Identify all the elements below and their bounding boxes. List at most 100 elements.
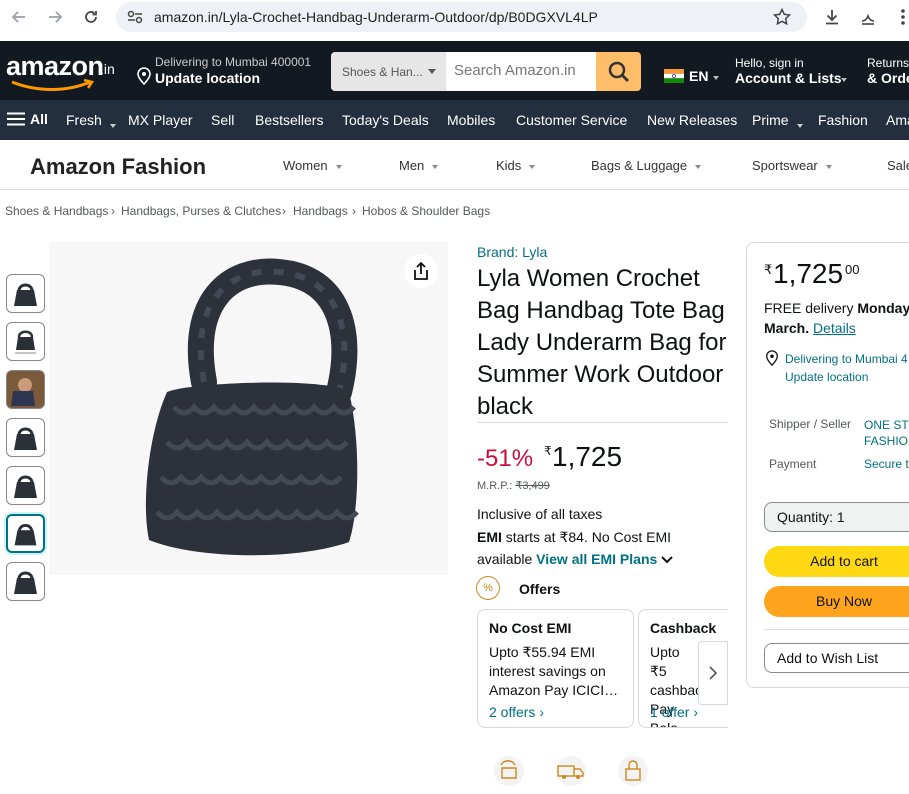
more-menu-icon[interactable] [893, 7, 909, 27]
search-placeholder: Search Amazon.in [454, 62, 576, 79]
search-category-select[interactable]: Shoes & Han... [331, 52, 446, 91]
nav-item-mobiles[interactable]: Mobiles [447, 112, 495, 128]
nav-item-bestsellers[interactable]: Bestsellers [255, 112, 323, 128]
nav-item-new-releases[interactable]: New Releases [647, 112, 737, 128]
free-delivery-icon [556, 756, 586, 786]
logo-text: amazon [6, 51, 104, 81]
nav-item-mx-player[interactable]: MX Player [128, 112, 193, 128]
thumbnail[interactable] [6, 322, 45, 361]
fashion-item-men[interactable]: Men [399, 158, 439, 173]
buybox-price-value: 1,725 [773, 258, 844, 289]
main-product-image[interactable] [49, 242, 448, 575]
offer-body: Upto ₹55.94 EMI interest savings on Amaz… [489, 644, 619, 698]
reload-icon[interactable] [81, 7, 101, 27]
thumbnail[interactable] [6, 370, 45, 409]
download-icon[interactable] [822, 7, 842, 27]
account-menu[interactable]: Hello, sign in Account & Lists [735, 56, 855, 92]
share-button[interactable] [404, 254, 438, 288]
dropdown-caret-icon [428, 69, 436, 74]
fashion-item-sportswear[interactable]: Sportswear [752, 158, 832, 173]
delivery-date: Monday, [857, 300, 909, 316]
returns-orders[interactable]: Returns & Orde [867, 56, 909, 92]
add-to-wishlist-button[interactable]: Add to Wish List [764, 643, 909, 673]
update-location-link[interactable]: Update location [785, 368, 909, 386]
thumbnail[interactable] [6, 466, 45, 505]
buybox-currency: ₹ [764, 262, 773, 277]
fashion-item-bags-luggage[interactable]: Bags & Luggage [591, 158, 702, 173]
deliver-line1: Delivering to Mumbai 400001 [155, 55, 312, 69]
fashion-item-women[interactable]: Women [283, 158, 342, 173]
back-arrow-icon[interactable] [9, 7, 29, 27]
breadcrumb-separator: › [352, 204, 356, 218]
add-to-cart-button[interactable]: Add to cart [764, 546, 909, 577]
thumbnail[interactable] [6, 274, 45, 313]
payment-value[interactable]: Secure t [864, 457, 909, 471]
fashion-title[interactable]: Amazon Fashion [30, 154, 206, 180]
amazon-logo[interactable]: amazon .in [6, 51, 124, 93]
breadcrumb-item[interactable]: Hobos & Shoulder Bags [362, 204, 490, 218]
secure-transaction-icon [618, 756, 648, 786]
dropdown-caret-icon [713, 76, 719, 80]
offer-link[interactable]: 1 offer › [650, 704, 698, 720]
quantity-select[interactable]: Quantity: 1 [764, 502, 909, 532]
search-button[interactable] [596, 52, 641, 91]
mrp-label: M.R.P.: [477, 480, 513, 492]
nav-item-amazon[interactable]: Ama [886, 112, 909, 128]
language-selector[interactable]: EN [664, 68, 726, 88]
discount-percent: -51% [477, 445, 534, 472]
location-pin-icon [765, 350, 779, 366]
buybox-deliver-to[interactable]: Delivering to Mumbai 4 Update location [785, 350, 909, 386]
delivery-prefix: FREE delivery [764, 300, 854, 316]
brand-link[interactable]: Brand: Lyla [477, 244, 547, 260]
search-category-label: Shoes & Han... [342, 65, 423, 79]
breadcrumb-item[interactable]: Handbags [293, 204, 348, 218]
fashion-item-kids[interactable]: Kids [496, 158, 536, 173]
divider [764, 629, 909, 630]
extension-icon[interactable] [858, 7, 878, 27]
deliver-to[interactable]: Delivering to Mumbai 400001 Update locat… [137, 55, 322, 91]
site-info-icon[interactable] [127, 10, 143, 29]
nav-item-fashion[interactable]: Fashion [818, 112, 868, 128]
breadcrumb-item[interactable]: Shoes & Handbags [5, 204, 108, 218]
address-bar[interactable]: amazon.in/Lyla-Crochet-Handbag-Underarm-… [116, 2, 807, 32]
payment-label: Payment [769, 457, 817, 471]
nav-item-prime[interactable]: Prime [752, 112, 803, 128]
india-flag-icon [664, 69, 684, 83]
thumbnail[interactable] [6, 418, 45, 457]
search-icon [608, 61, 629, 82]
fashion-subnav: Amazon Fashion Women Men Kids Bags & Lug… [0, 141, 909, 190]
buy-now-button[interactable]: Buy Now [764, 586, 909, 617]
emi-info: EMI starts at ₹84. No Cost EMI available… [477, 526, 722, 570]
fashion-item-sale[interactable]: Sale [887, 158, 909, 173]
nav-item-todays-deals[interactable]: Today's Deals [342, 112, 429, 128]
product-title: Lyla Women Crochet Bag Handbag Tote Bag … [477, 265, 727, 420]
url-text[interactable]: amazon.in/Lyla-Crochet-Handbag-Underarm-… [154, 9, 598, 25]
forward-arrow-icon[interactable] [45, 7, 65, 27]
hamburger-icon [7, 112, 25, 126]
all-menu-button[interactable]: All [7, 111, 48, 127]
chevron-down-icon [661, 556, 673, 564]
nav-item-fresh[interactable]: Fresh [66, 112, 116, 128]
nav-item-sell[interactable]: Sell [211, 112, 234, 128]
smile-icon [11, 79, 95, 91]
quantity-value: 1 [836, 509, 845, 525]
deliver-line2: Update location [155, 70, 261, 86]
share-icon [414, 261, 428, 280]
browser-toolbar: amazon.in/Lyla-Crochet-Handbag-Underarm-… [0, 0, 909, 35]
thumbnail[interactable] [6, 562, 45, 601]
thumbnail-selected[interactable] [6, 514, 45, 553]
delivery-month: March. [764, 320, 810, 336]
offer-link[interactable]: 2 offers › [489, 704, 544, 720]
emi-plans-link[interactable]: View all EMI Plans [536, 551, 673, 567]
breadcrumb-item[interactable]: Handbags, Purses & Clutches [121, 204, 281, 218]
nav-item-customer-service[interactable]: Customer Service [516, 112, 627, 128]
offers-percent-icon: % [476, 576, 500, 600]
shipper-value[interactable]: ONE STO FASHION [864, 417, 909, 449]
price-currency: ₹ [544, 444, 552, 458]
details-link[interactable]: Details [813, 320, 856, 336]
search-input[interactable]: Search Amazon.in [446, 52, 596, 91]
all-label: All [30, 111, 48, 127]
bookmark-star-icon[interactable] [772, 7, 792, 31]
offer-card[interactable]: No Cost EMI Upto ₹55.94 EMI interest sav… [477, 609, 634, 728]
offers-next-button[interactable] [698, 641, 728, 705]
